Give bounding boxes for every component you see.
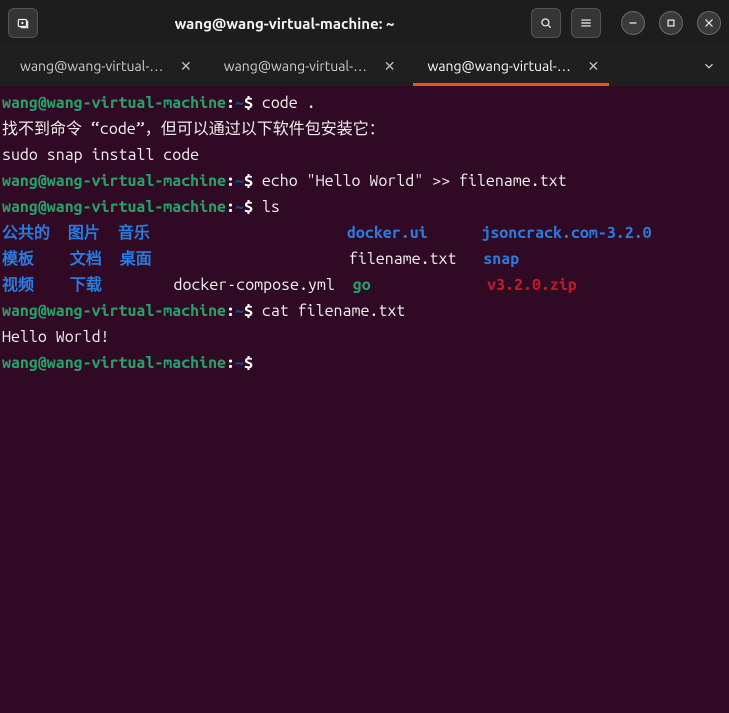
ls-row: 公共的 图片 音乐 docker.ui jsoncrack.com-3.2.0 (2, 220, 725, 246)
titlebar: wang@wang-virtual-machine: ~ (0, 0, 729, 46)
tab-1[interactable]: wang@wang-virtual-m... ✕ (2, 46, 206, 86)
close-icon[interactable]: ✕ (384, 58, 396, 75)
terminal-line: sudo snap install code (2, 142, 725, 168)
tab-label: wang@wang-virtual-m... (427, 58, 577, 74)
tab-label: wang@wang-virtual-m... (20, 58, 170, 74)
search-button[interactable] (531, 8, 561, 38)
menu-button[interactable] (571, 8, 601, 38)
tab-label: wang@wang-virtual-m... (224, 58, 374, 74)
tabbar: wang@wang-virtual-m... ✕ wang@wang-virtu… (0, 46, 729, 86)
terminal-line: wang@wang-virtual-machine:~$ (2, 350, 725, 376)
ls-row: 模板 文档 桌面 filename.txt snap (2, 246, 725, 272)
terminal-line: wang@wang-virtual-machine:~$ echo "Hello… (2, 168, 725, 194)
new-tab-button[interactable] (8, 8, 38, 38)
close-button[interactable] (697, 11, 721, 35)
terminal-line: wang@wang-virtual-machine:~$ cat filenam… (2, 298, 725, 324)
ls-row: 视频 下载 docker-compose.yml go v3.2.0.zip (2, 272, 725, 298)
terminal-line: Hello World! (2, 324, 725, 350)
terminal-line: wang@wang-virtual-machine:~$ code . (2, 90, 725, 116)
minimize-button[interactable] (621, 11, 645, 35)
maximize-button[interactable] (659, 11, 683, 35)
terminal[interactable]: wang@wang-virtual-machine:~$ code .找不到命令… (0, 86, 729, 713)
terminal-line: 找不到命令 “code”，但可以通过以下软件包安装它： (2, 116, 725, 142)
close-icon[interactable]: ✕ (587, 58, 599, 75)
window-title: wang@wang-virtual-machine: ~ (42, 15, 527, 32)
tab-2[interactable]: wang@wang-virtual-m... ✕ (206, 46, 410, 86)
tab-3[interactable]: wang@wang-virtual-m... ✕ (409, 46, 613, 86)
terminal-line: wang@wang-virtual-machine:~$ ls (2, 194, 725, 220)
close-icon[interactable]: ✕ (180, 58, 192, 75)
tabs-overflow-button[interactable] (689, 46, 729, 86)
